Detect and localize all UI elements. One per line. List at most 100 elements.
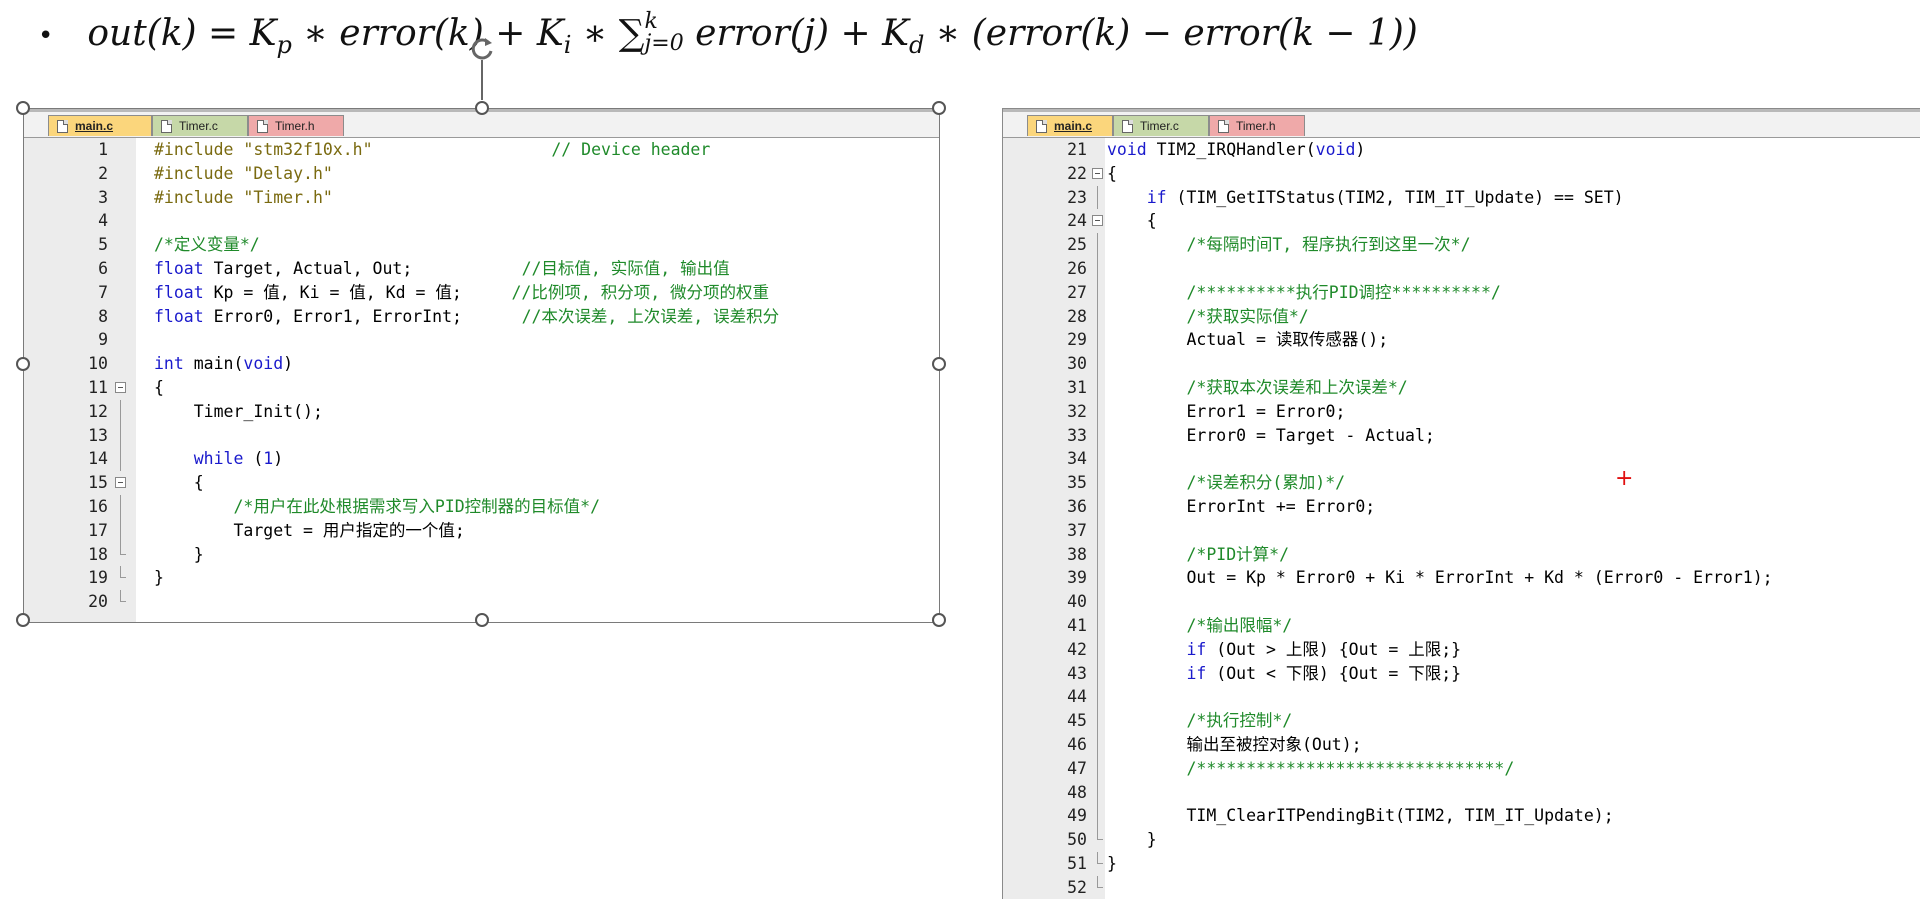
line-number: 18 xyxy=(88,544,108,564)
code-token: float xyxy=(154,306,204,326)
code-line[interactable]: 36 ErrorInt += Error0; xyxy=(1003,495,1920,519)
resize-handle-icon[interactable] xyxy=(932,101,946,115)
code-token: } xyxy=(154,568,164,588)
code-line[interactable]: 12 Timer_Init(); xyxy=(24,399,939,424)
code-line[interactable]: 29 Actual = 读取传感器(); xyxy=(1003,328,1920,353)
code-line[interactable]: 25 /*每隔时间T, 程序执行到这里一次*/ xyxy=(1003,233,1920,257)
fold-box-icon[interactable] xyxy=(1092,215,1103,227)
code-token: /*获取实际值*/ xyxy=(1186,306,1309,326)
resize-handle-icon[interactable] xyxy=(932,613,946,627)
code-line[interactable]: 23 if (TIM_GetITStatus(TIM2, TIM_IT_Upda… xyxy=(1003,185,1920,210)
tab-timer-c[interactable]: Timer.c xyxy=(1113,115,1209,136)
resize-handle-icon[interactable] xyxy=(16,101,30,115)
code-line[interactable]: 45 /*执行控制*/ xyxy=(1003,709,1920,733)
code-line[interactable]: 46 输出至被控对象(Out); xyxy=(1003,733,1920,757)
fold-guide xyxy=(1097,852,1103,864)
tab-timer-h[interactable]: Timer.h xyxy=(248,115,344,136)
code-token: //比例项, 积分项, 微分项的权重 xyxy=(511,282,770,302)
code-line[interactable]: 42 if (Out > 上限) {Out = 上限;} xyxy=(1003,637,1920,662)
code-line[interactable]: 37 xyxy=(1003,518,1920,543)
tab-label: main.c xyxy=(1054,119,1093,133)
code-line[interactable]: 17 Target = 用户指定的一个值; xyxy=(24,518,939,543)
code-line[interactable]: 9 xyxy=(24,328,939,352)
code-line[interactable]: 43 if (Out < 下限) {Out = 下限;} xyxy=(1003,661,1920,686)
tab-timer-h[interactable]: Timer.h xyxy=(1209,115,1305,136)
code-line[interactable]: 35 /*误差积分(累加)*/ xyxy=(1003,471,1920,495)
code-text: /*获取实际值*/ xyxy=(1107,305,1309,329)
fold-box-icon[interactable] xyxy=(115,477,126,489)
code-token: (TIM_GetITStatus(TIM2, TIM_IT_Update) ==… xyxy=(1166,187,1624,207)
code-line[interactable]: 32 Error1 = Error0; xyxy=(1003,399,1920,424)
code-line[interactable]: 13 xyxy=(24,423,939,448)
code-line[interactable]: 7 float Kp = 值, Ki = 值, Kd = 值; //比例项, 积分… xyxy=(24,281,939,305)
code-line[interactable]: 48 xyxy=(1003,780,1920,805)
fold-guide xyxy=(1097,828,1103,841)
right-code-editor[interactable]: main.c Timer.c Timer.h 21 void TIM2_IRQHa… xyxy=(1002,108,1920,899)
code-line[interactable]: 16 /*用户在此处根据需求写入PID控制器的目标值*/ xyxy=(24,495,939,519)
tab-timer-c[interactable]: Timer.c xyxy=(152,115,248,136)
code-line[interactable]: 19} xyxy=(24,566,939,590)
code-line[interactable]: 2 #include "Delay.h" xyxy=(24,162,939,186)
code-token: ) xyxy=(273,449,284,469)
code-line[interactable]: 15 { xyxy=(24,471,939,495)
fold-guide xyxy=(1097,518,1108,543)
code-line[interactable]: 27 /**********执行PID调控**********/ xyxy=(1003,280,1920,305)
rotate-icon[interactable] xyxy=(467,34,497,64)
resize-handle-icon[interactable] xyxy=(16,613,30,627)
right-code-area[interactable]: 21 void TIM2_IRQHandler(void) 22 {23 if (TI… xyxy=(1003,138,1920,899)
resize-handle-icon[interactable] xyxy=(475,613,489,627)
code-line[interactable]: 34 xyxy=(1003,447,1920,472)
code-line[interactable]: 33 Error0 = Target - Actual; xyxy=(1003,423,1920,448)
code-line[interactable]: 39 Out = Kp * Error0 + Ki * ErrorInt + K… xyxy=(1003,566,1920,591)
code-line[interactable]: 18 } xyxy=(24,542,939,567)
code-line[interactable]: 24 { xyxy=(1003,209,1920,233)
code-line[interactable]: 26 xyxy=(1003,257,1920,281)
code-line[interactable]: 47 /*******************************/ xyxy=(1003,756,1920,781)
line-number: 28 xyxy=(1067,306,1087,326)
fold-box-icon[interactable] xyxy=(115,382,126,393)
code-line[interactable]: 10 int main(void) xyxy=(24,352,939,376)
code-line[interactable]: 41 /*输出限幅*/ xyxy=(1003,614,1920,638)
file-icon xyxy=(257,120,268,133)
code-line[interactable]: 6 float Target, Actual, Out; //目标值, 实际值, … xyxy=(24,257,939,281)
fold-box-icon[interactable] xyxy=(1092,167,1103,179)
code-line[interactable]: 14 while (1) xyxy=(24,447,939,472)
code-token: /**********执行PID调控**********/ xyxy=(1186,282,1501,302)
code-line[interactable]: 52 xyxy=(1003,875,1920,899)
formula-term1: ∗ error(k) + K xyxy=(291,13,564,54)
resize-handle-icon[interactable] xyxy=(932,357,946,371)
code-line[interactable]: 8 float Error0, Error1, ErrorInt; //本次误差,… xyxy=(24,305,939,329)
code-line[interactable]: 1 #include "stm32f10x.h" // Device header xyxy=(24,138,939,162)
code-line[interactable]: 49 TIM_ClearITPendingBit(TIM2, TIM_IT_Up… xyxy=(1003,804,1920,829)
code-line[interactable]: 22 { xyxy=(1003,162,1920,186)
code-line[interactable]: 11 { xyxy=(24,376,939,400)
file-icon xyxy=(1218,120,1229,133)
code-text: TIM_ClearITPendingBit(TIM2, TIM_IT_Updat… xyxy=(1107,804,1613,828)
code-line[interactable]: 40 xyxy=(1003,590,1920,614)
code-line[interactable]: 4 xyxy=(24,209,939,233)
fold-guide xyxy=(120,566,126,579)
code-line[interactable]: 30 xyxy=(1003,352,1920,376)
code-line[interactable]: 38 /*PID计算*/ xyxy=(1003,542,1920,567)
code-line[interactable]: 20 xyxy=(24,590,939,614)
left-code-area[interactable]: 1 #include "stm32f10x.h" // Device header… xyxy=(24,138,939,622)
code-text: #include "stm32f10x.h" // Device header xyxy=(154,138,710,162)
line-number: 50 xyxy=(1067,830,1087,850)
left-code-editor[interactable]: main.c Timer.c Timer.h 1 #include "stm32f… xyxy=(23,108,940,623)
code-line[interactable]: 28 /*获取实际值*/ xyxy=(1003,304,1920,329)
code-line[interactable]: 31 /*获取本次误差和上次误差*/ xyxy=(1003,376,1920,400)
code-line[interactable]: 5 /*定义变量*/ xyxy=(24,233,939,257)
resize-handle-icon[interactable] xyxy=(475,101,489,115)
code-line[interactable]: 21 void TIM2_IRQHandler(void) xyxy=(1003,138,1920,162)
code-line[interactable]: 44 xyxy=(1003,685,1920,710)
tab-main-c[interactable]: main.c xyxy=(1027,115,1113,136)
code-line[interactable]: 50 } xyxy=(1003,828,1920,852)
resize-handle-icon[interactable] xyxy=(16,357,30,371)
line-number: 38 xyxy=(1067,544,1087,564)
code-line[interactable]: 51} xyxy=(1003,852,1920,876)
code-line[interactable]: 3 #include "Timer.h" xyxy=(24,186,939,210)
tab-main-c[interactable]: main.c xyxy=(48,115,152,136)
